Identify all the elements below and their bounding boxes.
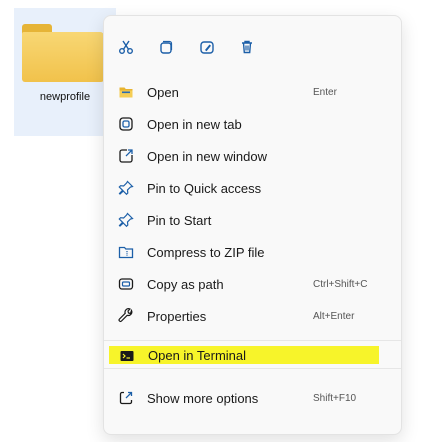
rename-button[interactable] xyxy=(195,35,219,59)
menu-item-label: Open in new tab xyxy=(147,116,242,132)
menu-item-pin-start[interactable]: Pin to Start xyxy=(108,206,397,234)
folder-icon xyxy=(22,24,104,82)
menu-item-open-new-tab[interactable]: Open in new tab xyxy=(108,110,397,138)
folder-label: newprofile xyxy=(39,91,91,103)
menu-item-show-more-options[interactable]: Show more options Shift+F10 xyxy=(108,384,397,412)
menu-item-label: Pin to Start xyxy=(147,212,212,228)
new-tab-icon xyxy=(117,115,135,133)
menu-item-label: Open xyxy=(147,84,179,100)
context-menu: Open Enter Open in new tab Open in new w… xyxy=(103,15,402,435)
delete-button[interactable] xyxy=(235,35,259,59)
new-window-icon xyxy=(117,147,135,165)
rename-icon xyxy=(200,41,214,54)
more-options-icon xyxy=(117,389,135,407)
menu-item-label: Open in new window xyxy=(147,148,267,164)
menu-item-shortcut: Ctrl+Shift+C xyxy=(313,278,368,290)
menu-item-label: Show more options xyxy=(147,390,259,406)
folder-open-icon xyxy=(117,83,135,101)
scissors-icon xyxy=(119,40,133,54)
menu-separator xyxy=(104,368,401,369)
menu-item-shortcut: Alt+Enter xyxy=(313,310,355,322)
menu-item-open[interactable]: Open Enter xyxy=(108,78,397,106)
menu-item-label: Properties xyxy=(147,308,207,324)
desktop-folder-newprofile[interactable]: newprofile xyxy=(14,8,116,136)
trash-icon xyxy=(242,40,252,54)
menu-item-copy-as-path[interactable]: Copy as path Ctrl+Shift+C xyxy=(108,270,397,298)
menu-item-label: Open in Terminal xyxy=(148,347,247,363)
menu-item-pin-quick-access[interactable]: Pin to Quick access xyxy=(108,174,397,202)
menu-item-label: Copy as path xyxy=(147,276,224,292)
menu-item-shortcut: Shift+F10 xyxy=(313,392,357,404)
menu-item-open-new-window[interactable]: Open in new window xyxy=(108,142,397,170)
menu-separator xyxy=(104,340,401,341)
copy-icon xyxy=(160,40,173,54)
pin-icon xyxy=(117,179,135,197)
menu-item-properties[interactable]: Properties Alt+Enter xyxy=(108,302,397,330)
copy-button[interactable] xyxy=(154,35,178,59)
wrench-icon xyxy=(117,307,135,325)
menu-item-open-in-terminal[interactable]: Open in Terminal xyxy=(109,346,379,364)
menu-item-shortcut: Enter xyxy=(313,86,337,98)
cut-button[interactable] xyxy=(114,35,138,59)
terminal-icon xyxy=(118,347,136,365)
pin-icon xyxy=(117,211,135,229)
copy-path-icon xyxy=(117,275,135,293)
menu-item-label: Pin to Quick access xyxy=(147,180,262,196)
menu-item-compress-zip[interactable]: Compress to ZIP file xyxy=(108,238,397,266)
zip-icon xyxy=(117,243,135,261)
menu-item-label: Compress to ZIP file xyxy=(147,244,265,260)
